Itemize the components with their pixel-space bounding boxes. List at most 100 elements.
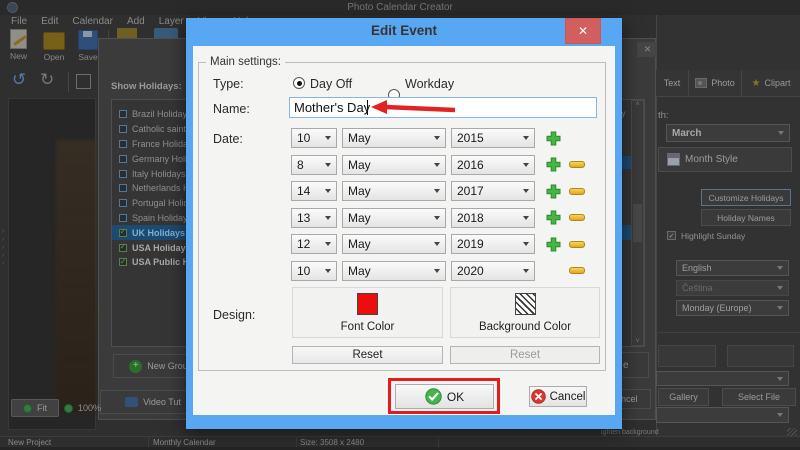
tab-clipart[interactable]: ★ Clipart (742, 70, 800, 96)
canvas-markers: › › › › › (2, 228, 5, 267)
edit-event-dialog: Edit Event ✕ Main settings: Type: Day Of… (186, 18, 622, 429)
holiday-checkbox[interactable]: ✓ (119, 125, 127, 134)
day-select[interactable]: 14 (291, 181, 337, 201)
day-select[interactable]: 8 (291, 154, 337, 175)
dialog-close-button[interactable]: ✕ (565, 18, 601, 44)
menu-item[interactable]: Calendar (65, 16, 120, 29)
year-select[interactable]: 2019 (451, 234, 535, 254)
holiday-label: UK Holidays (132, 227, 186, 238)
background-color-button[interactable]: Background Color (450, 287, 600, 338)
day-select[interactable]: 10 (291, 260, 337, 281)
year-select[interactable]: 2015 (451, 128, 535, 148)
holiday-checkbox[interactable]: ✓ (119, 154, 127, 163)
window-title: Photo Calendar Creator (347, 2, 453, 13)
date-rows: 10 May 2015 8 May 2016 14 May 2017 13 Ma… (291, 128, 585, 287)
reset-background-color-button[interactable]: Reset (450, 346, 600, 364)
year-select[interactable]: 2020 (451, 260, 535, 281)
month-select[interactable]: May (342, 154, 446, 175)
show-holidays-label: Show Holidays: (111, 81, 182, 92)
holiday-checkbox[interactable]: ✓ (119, 257, 127, 267)
remove-date-icon[interactable] (569, 214, 585, 221)
fit-button[interactable]: Fit (11, 399, 59, 417)
sidebar-divider (656, 332, 800, 333)
cancel-button-sliver[interactable]: ncel (617, 389, 651, 409)
year-select[interactable]: 2016 (451, 154, 535, 175)
holiday-checkbox[interactable]: ✓ (119, 243, 127, 252)
year-select[interactable]: 2017 (451, 181, 535, 201)
month-select[interactable]: March (666, 124, 790, 142)
new-button[interactable]: New (10, 29, 27, 61)
holiday-checkbox[interactable]: ✓ (119, 228, 127, 237)
tab-photo[interactable]: Photo (689, 70, 742, 96)
day-select[interactable]: 13 (291, 207, 337, 228)
add-date-icon[interactable] (546, 184, 561, 199)
holiday-checkbox[interactable]: ✓ (119, 139, 127, 148)
month-select[interactable]: May (342, 234, 446, 254)
zoom-100-button[interactable]: 100% (64, 399, 101, 417)
secondary-language-select[interactable]: Čeština (676, 280, 789, 296)
year-select[interactable]: 2018 (451, 207, 535, 228)
remove-date-icon[interactable] (569, 240, 585, 248)
cancel-button[interactable]: Cancel (529, 386, 587, 407)
day-off-radio[interactable] (293, 77, 305, 89)
menu-item[interactable]: File (4, 16, 34, 29)
month-style-button[interactable]: Month Style (658, 147, 792, 172)
background-option-button-2[interactable] (727, 345, 794, 367)
photo-icon (695, 78, 708, 88)
holiday-checkbox[interactable]: ✓ (119, 199, 127, 208)
holiday-checkbox[interactable]: ✓ (119, 184, 127, 193)
week-start-select[interactable]: Monday (Europe) (676, 300, 789, 316)
remove-date-icon[interactable] (569, 161, 585, 168)
month-select[interactable]: May (342, 181, 446, 201)
holiday-label: Spain Holidays (132, 212, 193, 223)
holiday-checkbox[interactable]: ✓ (119, 213, 127, 222)
add-date-icon[interactable] (546, 210, 561, 225)
video-tutorial-label: Video Tut (143, 397, 181, 407)
date-row: 13 May 2018 (291, 207, 585, 228)
highlight-sunday-checkbox[interactable]: ✓ (667, 231, 676, 240)
holiday-label: Catholic saints' (132, 124, 193, 135)
gallery-button[interactable]: Gallery (658, 388, 709, 406)
month-select[interactable]: May (342, 207, 446, 228)
month-select[interactable]: May (342, 260, 446, 281)
scroll-up-icon[interactable]: ˄ (635, 101, 639, 108)
holiday-checkbox[interactable]: ✓ (119, 110, 127, 119)
ok-button[interactable]: OK (395, 384, 494, 409)
save-button[interactable]: Save (78, 29, 98, 62)
calendar-preview (56, 140, 97, 412)
remove-date-icon[interactable] (569, 267, 585, 274)
open-button[interactable]: Open (43, 29, 65, 62)
menu-item[interactable]: Edit (34, 16, 65, 29)
selected-entry-sliver (622, 156, 631, 169)
add-date-icon[interactable] (546, 157, 561, 172)
font-color-button[interactable]: Font Color (292, 287, 443, 338)
day-select[interactable]: 10 (291, 128, 337, 148)
select-file-button[interactable]: Select File (722, 388, 796, 406)
scrollbar-thumb[interactable] (633, 204, 642, 242)
add-date-icon[interactable] (546, 237, 561, 252)
redo-icon[interactable]: ↻ (40, 70, 54, 90)
holiday-checkbox[interactable]: ✓ (119, 169, 127, 178)
edit-button-sliver[interactable]: e (618, 352, 649, 378)
calendar-icon (667, 153, 680, 166)
date-label: Date: (213, 132, 243, 146)
fill-style-select[interactable] (656, 407, 789, 423)
scroll-down-icon[interactable]: ˅ (635, 338, 639, 345)
add-date-icon[interactable] (546, 131, 561, 146)
month-select[interactable]: May (342, 128, 446, 148)
language-select[interactable]: English (676, 260, 789, 276)
undo-icon[interactable]: ↺ (12, 70, 26, 90)
customize-window-close-icon[interactable]: ✕ (637, 42, 658, 57)
remove-date-icon[interactable] (569, 187, 585, 195)
name-label: Name: (213, 102, 250, 116)
export-icon[interactable] (76, 74, 91, 89)
day-off-label: Day Off (310, 77, 353, 91)
customize-holidays-button[interactable]: Customize Holidays (701, 189, 791, 206)
reset-font-color-button[interactable]: Reset (292, 346, 443, 364)
tab-text[interactable]: Text (656, 70, 689, 96)
holiday-names-button[interactable]: Holiday Names (701, 209, 791, 226)
day-select[interactable]: 12 (291, 234, 337, 254)
background-option-button[interactable] (658, 345, 716, 367)
holiday-entries-scrollbar[interactable]: ˄ ˅ (631, 100, 644, 346)
background-type-select[interactable] (656, 371, 789, 386)
